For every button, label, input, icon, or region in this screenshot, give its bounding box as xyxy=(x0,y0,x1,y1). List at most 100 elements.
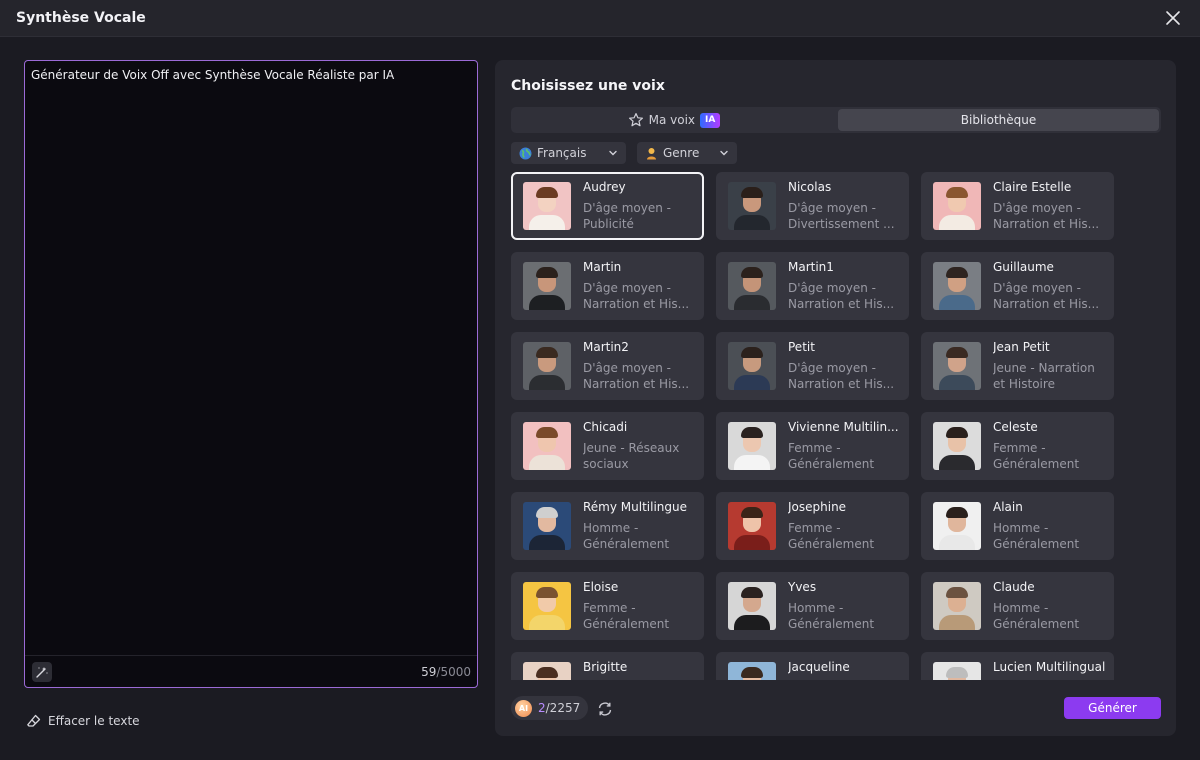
voice-description-line: D'âge moyen - xyxy=(993,201,1081,215)
chevron-down-icon xyxy=(720,150,728,156)
voice-name: Vivienne Multilin... xyxy=(788,420,899,434)
voice-description-line: Narration et His... xyxy=(993,217,1100,231)
editor-text[interactable]: Générateur de Voix Off avec Synthèse Voc… xyxy=(31,67,471,83)
voice-description-line: D'âge moyen - xyxy=(788,201,876,215)
magic-wand-icon xyxy=(36,667,48,678)
credits-total: /2257 xyxy=(545,701,581,715)
credits-counter: AI 2/2257 xyxy=(511,696,589,720)
voice-card[interactable]: Claude Homme - Généralement xyxy=(921,572,1114,640)
voice-name: Brigitte xyxy=(583,660,628,674)
character-counter: 59/5000 xyxy=(421,665,471,679)
voice-description-line: Généralement xyxy=(788,457,875,471)
clear-text-button[interactable]: Effacer le texte xyxy=(26,712,140,730)
voice-avatar xyxy=(523,182,571,230)
chevron-down-icon xyxy=(609,150,617,156)
voice-card[interactable]: Martin D'âge moyen - Narration et His... xyxy=(511,252,704,320)
voice-description: D'âge moyen - Publicité xyxy=(583,200,697,232)
voice-description: D'âge moyen - Narration et His... xyxy=(788,360,902,392)
ai-rewrite-button[interactable] xyxy=(32,662,52,682)
voice-card[interactable]: Brigitte xyxy=(511,652,704,680)
eraser-icon xyxy=(27,714,41,727)
voice-name: Eloise xyxy=(583,580,619,594)
voice-description-line: Femme - xyxy=(788,521,841,535)
voice-description-line: Généralement xyxy=(788,617,875,631)
voice-description-line: Femme - xyxy=(788,441,841,455)
voice-description-line: Divertissement ... xyxy=(788,217,895,231)
voice-card[interactable]: Claire Estelle D'âge moyen - Narration et … xyxy=(921,172,1114,240)
voice-description-line: Narration et His... xyxy=(583,377,690,391)
voice-description-line: Généralement xyxy=(583,537,670,551)
voice-card[interactable]: Josephine Femme - Généralement xyxy=(716,492,909,560)
voice-name: Rémy Multilingue xyxy=(583,500,687,514)
close-icon xyxy=(1166,11,1180,25)
voice-avatar xyxy=(933,342,981,390)
voice-description-line: D'âge moyen - xyxy=(583,281,671,295)
voice-avatar xyxy=(728,262,776,310)
person-icon xyxy=(647,147,656,159)
voice-avatar xyxy=(523,422,571,470)
voice-card[interactable]: Chicadi Jeune - Réseaux sociaux xyxy=(511,412,704,480)
tab-bibliotheque[interactable]: Bibliothèque xyxy=(838,109,1159,131)
voice-description-line: Narration et His... xyxy=(788,377,895,391)
voice-card[interactable]: Alain Homme - Généralement xyxy=(921,492,1114,560)
close-button[interactable] xyxy=(1164,9,1182,27)
globe-icon xyxy=(519,147,532,159)
voice-card[interactable]: Jacqueline xyxy=(716,652,909,680)
voice-description-line: Narration et His... xyxy=(788,297,895,311)
voice-description-line: Généralement xyxy=(993,537,1080,551)
voice-card[interactable]: Nicolas D'âge moyen - Divertissement ... xyxy=(716,172,909,240)
voice-description: Homme - Généralement xyxy=(788,600,902,632)
voice-avatar xyxy=(728,502,776,550)
voice-card[interactable]: Guillaume D'âge moyen - Narration et His..… xyxy=(921,252,1114,320)
voice-card[interactable]: Petit D'âge moyen - Narration et His... xyxy=(716,332,909,400)
voice-description-line: Généralement xyxy=(993,457,1080,471)
voice-avatar xyxy=(728,342,776,390)
window-title: Synthèse Vocale xyxy=(16,10,146,26)
voice-description: Homme - Généralement xyxy=(993,600,1107,632)
voice-name: Nicolas xyxy=(788,180,832,194)
voice-avatar xyxy=(728,182,776,230)
voice-description: Jeune - Réseaux sociaux xyxy=(583,440,697,472)
voice-description-line: Homme - xyxy=(583,521,639,535)
voice-avatar xyxy=(933,502,981,550)
voice-description-line: Jeune - Narration xyxy=(993,361,1095,375)
voice-description-line: Publicité xyxy=(583,217,634,231)
voice-description: D'âge moyen - Narration et His... xyxy=(993,200,1107,232)
voice-avatar xyxy=(933,182,981,230)
voice-grid: Audrey D'âge moyen - Publicité Nicolas D'âge… xyxy=(511,172,1121,680)
voice-card[interactable]: Lucien Multilingual xyxy=(921,652,1114,680)
voice-description: Femme - Généralement xyxy=(788,440,902,472)
voice-description: Femme - Généralement xyxy=(993,440,1107,472)
voice-description: Homme - Généralement xyxy=(993,520,1107,552)
voice-card[interactable]: Yves Homme - Généralement xyxy=(716,572,909,640)
voice-description-line: Jeune - Réseaux xyxy=(583,441,680,455)
voice-description-line: et Histoire xyxy=(993,377,1055,391)
voice-name: Alain xyxy=(993,500,1023,514)
voice-description-line: Généralement xyxy=(788,537,875,551)
voice-name: Martin xyxy=(583,260,622,274)
voice-description: Femme - Généralement xyxy=(788,520,902,552)
voice-name: Martin1 xyxy=(788,260,834,274)
text-editor[interactable]: Générateur de Voix Off avec Synthèse Voc… xyxy=(24,60,478,688)
tab-ma-voix[interactable]: Ma voix IA xyxy=(513,109,835,131)
voice-description-line: Homme - xyxy=(788,601,844,615)
generate-button[interactable]: Générer xyxy=(1064,697,1161,719)
voice-description-line: D'âge moyen - xyxy=(583,361,671,375)
voice-card[interactable]: Celeste Femme - Généralement xyxy=(921,412,1114,480)
gender-dropdown[interactable]: Genre xyxy=(637,142,737,164)
refresh-button[interactable] xyxy=(596,700,614,718)
voice-card[interactable]: Rémy Multilingue Homme - Généralement xyxy=(511,492,704,560)
voice-card[interactable]: Audrey D'âge moyen - Publicité xyxy=(511,172,704,240)
voice-card[interactable]: Martin2 D'âge moyen - Narration et His... xyxy=(511,332,704,400)
voice-card[interactable]: Jean Petit Jeune - Narration et Histoire xyxy=(921,332,1114,400)
voice-name: Josephine xyxy=(788,500,847,514)
voice-avatar xyxy=(523,342,571,390)
voice-card[interactable]: Eloise Femme - Généralement xyxy=(511,572,704,640)
voice-name: Guillaume xyxy=(993,260,1054,274)
voice-avatar xyxy=(728,662,776,680)
voice-card[interactable]: Vivienne Multilin... Femme - Généralement xyxy=(716,412,909,480)
voice-description-line: Homme - xyxy=(993,521,1049,535)
title-bar: Synthèse Vocale xyxy=(0,0,1200,37)
language-dropdown[interactable]: Français xyxy=(511,142,626,164)
voice-card[interactable]: Martin1 D'âge moyen - Narration et His... xyxy=(716,252,909,320)
